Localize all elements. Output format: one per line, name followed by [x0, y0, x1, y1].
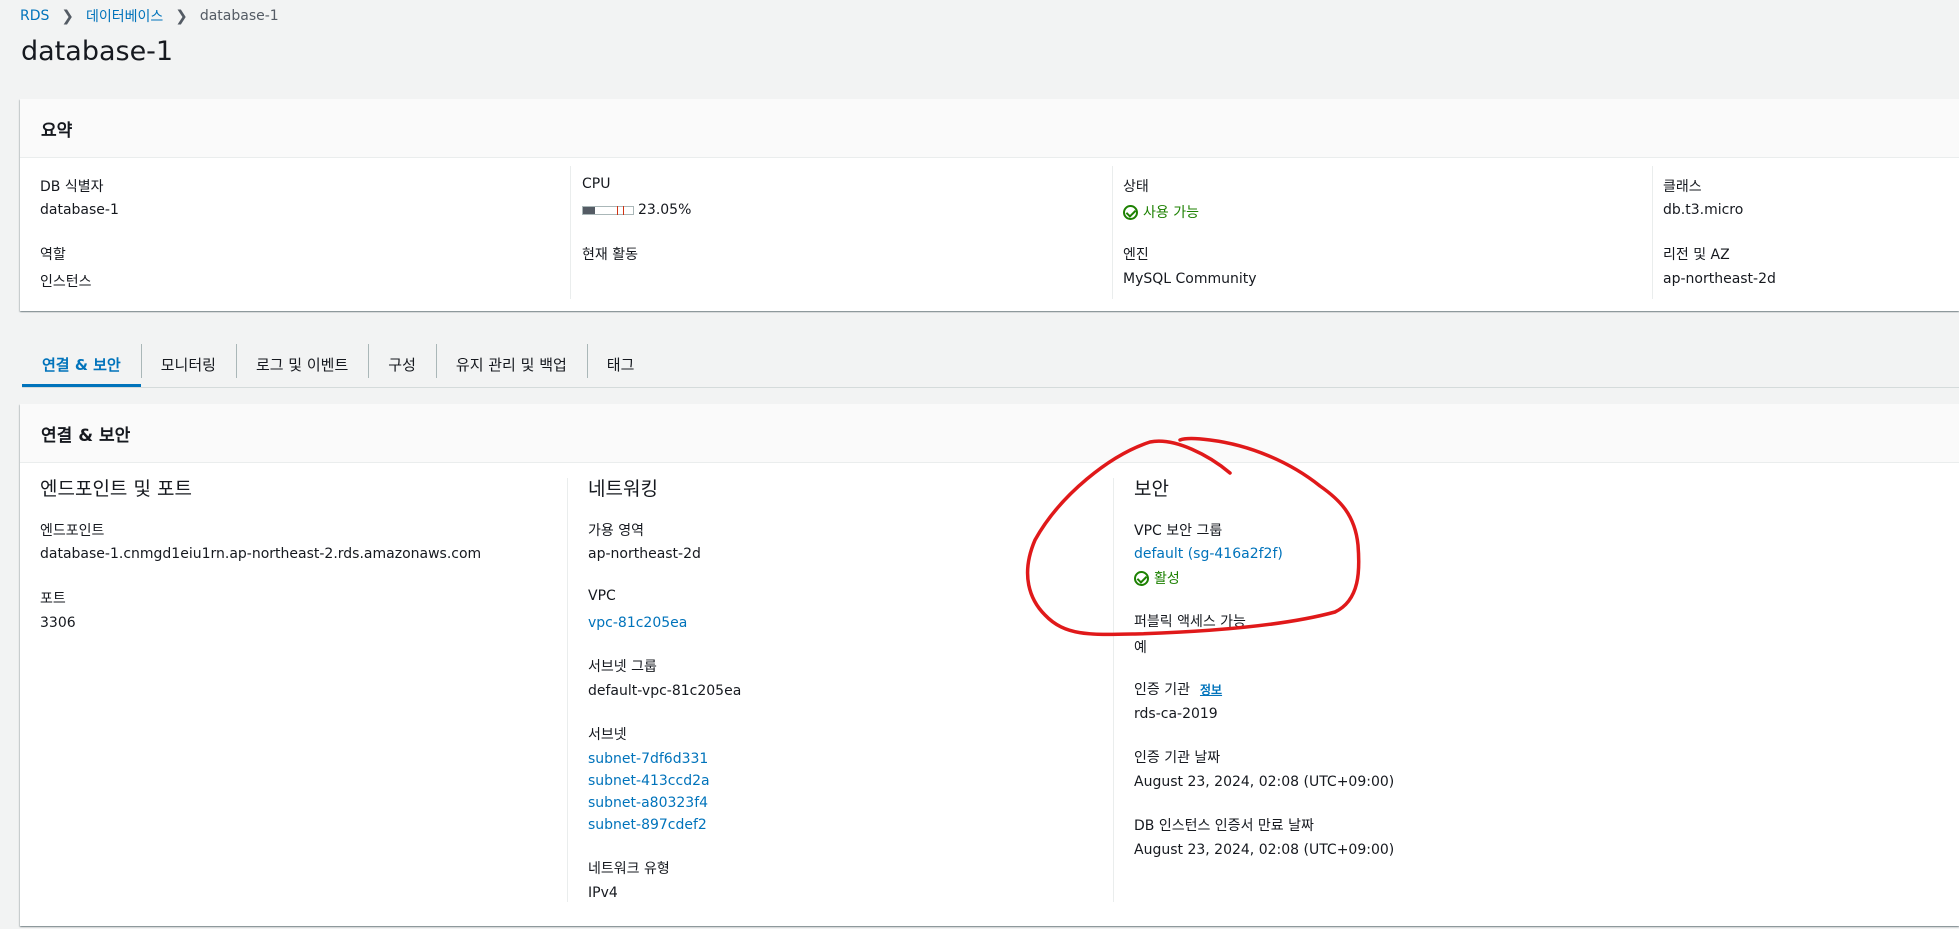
db-id-label: DB 식별자: [40, 179, 104, 195]
cpu-meter: 23.05%: [582, 202, 691, 218]
cpu-label: CPU: [582, 176, 611, 192]
engine-value: MySQL Community: [1123, 271, 1257, 287]
network-type-value: IPv4: [588, 885, 618, 901]
az-value: ap-northeast-2d: [588, 546, 701, 562]
network-type-label: 네트워크 유형: [588, 861, 670, 877]
sg-status: 활성: [1134, 568, 1180, 588]
tab-connectivity-security[interactable]: 연결 & 보안: [22, 340, 141, 388]
breadcrumb: RDS ❯ 데이터베이스 ❯ database-1: [20, 6, 279, 26]
summary-divider: [1112, 166, 1113, 299]
conn-divider: [567, 478, 568, 902]
subnet-group-label: 서브넷 그룹: [588, 659, 657, 675]
summary-header: 요약: [20, 99, 1959, 158]
cpu-value: 23.05%: [638, 202, 692, 218]
ca-info-link[interactable]: 정보: [1200, 683, 1222, 697]
status-value: 사용 가능: [1123, 202, 1199, 222]
cpu-progress-fill: [583, 206, 595, 214]
endpoint-label: 엔드포인트: [40, 523, 105, 539]
ca-date-value: August 23, 2024, 02:08 (UTC+09:00): [1134, 774, 1395, 790]
region-value: ap-northeast-2d: [1663, 271, 1776, 287]
vpc-label: VPC: [588, 588, 616, 604]
ca-label-text: 인증 기관: [1134, 682, 1190, 698]
status-label: 상태: [1123, 179, 1149, 195]
role-value: 인스턴스: [40, 274, 92, 290]
subnet-link[interactable]: subnet-7df6d331: [588, 751, 708, 767]
security-section-title: 보안: [1134, 478, 1169, 500]
tab-configuration[interactable]: 구성: [368, 340, 436, 388]
subnet-link[interactable]: subnet-413ccd2a: [588, 773, 710, 789]
sg-label: VPC 보안 그룹: [1134, 523, 1223, 539]
class-label: 클래스: [1663, 179, 1702, 195]
endpoint-section-title: 엔드포인트 및 포트: [40, 478, 192, 500]
chevron-right-icon: ❯: [61, 7, 74, 25]
public-access-value: 예: [1134, 640, 1147, 656]
vpc-link[interactable]: vpc-81c205ea: [588, 615, 687, 631]
port-value: 3306: [40, 615, 76, 631]
cpu-threshold-mark: [617, 205, 618, 215]
summary-divider: [1652, 166, 1653, 299]
status-text: 사용 가능: [1143, 205, 1199, 221]
tab-maintenance-backup[interactable]: 유지 관리 및 백업: [435, 340, 587, 388]
cpu-threshold-mark: [623, 205, 624, 215]
chevron-right-icon: ❯: [175, 7, 188, 25]
conn-divider: [1113, 478, 1114, 902]
network-section-title: 네트워킹: [588, 478, 658, 500]
public-access-label: 퍼블릭 액세스 가능: [1134, 614, 1246, 630]
check-circle-icon: [1123, 205, 1138, 220]
db-id-value: database-1: [40, 202, 119, 218]
connectivity-header: 연결 & 보안: [20, 404, 1959, 463]
az-label: 가용 영역: [588, 523, 644, 539]
subnets-label: 서브넷: [588, 727, 627, 743]
detail-tabs: 연결 & 보안 모니터링 로그 및 이벤트 구성 유지 관리 및 백업 태그: [22, 340, 654, 388]
cpu-progress-bar: [582, 205, 634, 215]
subnet-group-value: default-vpc-81c205ea: [588, 683, 742, 699]
sg-status-text: 활성: [1154, 571, 1180, 587]
tabs-underline: [22, 387, 1959, 388]
region-label: 리전 및 AZ: [1663, 247, 1730, 263]
cert-expiry-label: DB 인스턴스 인증서 만료 날짜: [1134, 818, 1314, 834]
tab-monitoring[interactable]: 모니터링: [140, 340, 236, 388]
engine-label: 엔진: [1123, 247, 1149, 263]
breadcrumb-databases-link[interactable]: 데이터베이스: [86, 6, 163, 26]
check-circle-icon: [1134, 571, 1149, 586]
port-label: 포트: [40, 591, 66, 607]
summary-divider: [570, 166, 571, 299]
page-title: database-1: [21, 36, 174, 67]
tab-logs-events[interactable]: 로그 및 이벤트: [235, 340, 368, 388]
cert-expiry-value: August 23, 2024, 02:08 (UTC+09:00): [1134, 842, 1395, 858]
role-label: 역할: [40, 247, 66, 263]
subnet-link[interactable]: subnet-897cdef2: [588, 817, 707, 833]
summary-panel: 요약 DB 식별자 database-1 역할 인스턴스 CPU 23.05% …: [20, 99, 1959, 311]
class-value: db.t3.micro: [1663, 202, 1744, 218]
breadcrumb-current: database-1: [199, 8, 279, 24]
activity-label: 현재 활동: [582, 247, 638, 263]
breadcrumb-rds-link[interactable]: RDS: [20, 8, 49, 24]
ca-date-label: 인증 기관 날짜: [1134, 750, 1221, 766]
ca-label: 인증 기관 정보: [1134, 679, 1222, 699]
ca-value: rds-ca-2019: [1134, 706, 1218, 722]
subnet-link[interactable]: subnet-a80323f4: [588, 795, 708, 811]
endpoint-value: database-1.cnmgd1eiu1rn.ap-northeast-2.r…: [40, 546, 482, 562]
connectivity-security-panel: 연결 & 보안 엔드포인트 및 포트 엔드포인트 database-1.cnmg…: [20, 404, 1959, 926]
tab-tags[interactable]: 태그: [586, 340, 655, 388]
security-group-link[interactable]: default (sg-416a2f2f): [1134, 546, 1283, 562]
